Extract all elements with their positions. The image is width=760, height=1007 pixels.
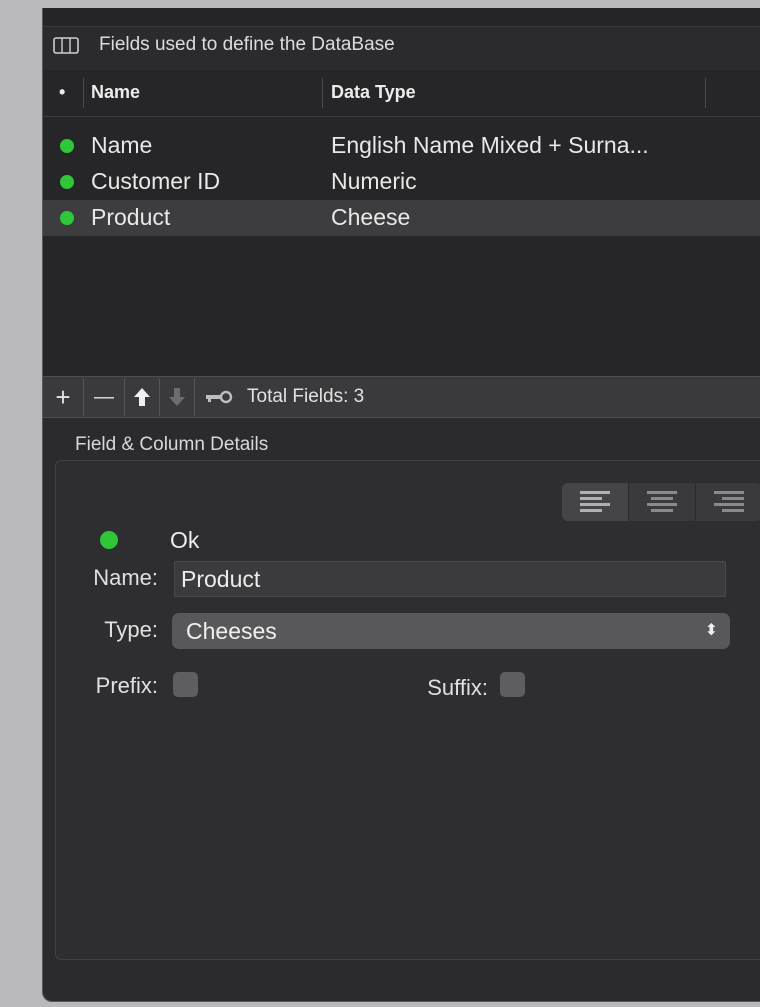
status-dot-icon <box>60 139 74 153</box>
fields-toolbar: + — Total Fields: 3 <box>43 376 760 418</box>
fields-table: • Name Data Type Name English Name Mixed… <box>43 70 760 376</box>
field-type-cell: Cheese <box>331 204 411 230</box>
field-type-cell: English Name Mixed + Surna... <box>331 132 649 158</box>
column-divider[interactable] <box>83 78 84 108</box>
table-row[interactable]: Customer ID Numeric <box>43 164 760 200</box>
status-ok-icon <box>100 531 118 549</box>
name-label: Name: <box>93 565 158 590</box>
suffix-label: Suffix: <box>427 675 488 700</box>
minus-icon: — <box>94 385 114 408</box>
arrow-up-icon <box>134 388 150 406</box>
field-name-cell: Customer ID <box>91 168 221 194</box>
column-divider[interactable] <box>705 78 706 108</box>
alignment-segmented-control <box>562 483 760 521</box>
field-type-cell: Numeric <box>331 168 417 194</box>
column-header-name[interactable]: Name <box>91 82 140 103</box>
align-left-button[interactable] <box>562 483 629 521</box>
field-name-cell: Product <box>91 204 171 230</box>
field-details-panel: Ok Name: Product Type: Cheeses ⬍ Prefix:… <box>55 460 760 960</box>
align-right-button[interactable] <box>696 483 760 521</box>
status-dot-icon <box>60 175 74 189</box>
prefix-label: Prefix: <box>95 673 158 698</box>
table-header: • Name Data Type <box>43 70 760 117</box>
type-select-value: Cheeses <box>186 618 277 644</box>
panel-header: Fields used to define the DataBase <box>43 27 760 63</box>
table-row[interactable]: Name English Name Mixed + Surna... <box>43 128 760 164</box>
type-label: Type: <box>104 617 158 642</box>
suffix-checkbox[interactable] <box>500 672 525 697</box>
prefix-checkbox[interactable] <box>173 672 198 697</box>
move-up-button[interactable] <box>125 378 160 416</box>
column-header-status[interactable]: • <box>59 82 65 103</box>
table-row-selected[interactable]: Product Cheese <box>43 200 760 236</box>
remove-field-button[interactable]: — <box>84 378 125 416</box>
top-strip <box>43 8 760 27</box>
details-section-title: Field & Column Details <box>75 434 269 455</box>
up-down-chevron-icon: ⬍ <box>704 622 718 639</box>
plus-icon: + <box>55 381 71 412</box>
move-down-button[interactable] <box>160 378 195 416</box>
column-header-data-type[interactable]: Data Type <box>331 82 416 103</box>
columns-icon[interactable] <box>53 36 79 54</box>
add-field-button[interactable]: + <box>43 378 84 416</box>
type-select[interactable]: Cheeses ⬍ <box>172 613 730 649</box>
key-icon[interactable] <box>205 390 233 404</box>
panel-title: Fields used to define the DataBase <box>99 34 395 55</box>
arrow-down-icon <box>169 388 185 406</box>
database-fields-window: Fields used to define the DataBase • Nam… <box>42 8 760 1002</box>
column-divider[interactable] <box>322 78 323 108</box>
align-center-button[interactable] <box>629 483 696 521</box>
status-text: Ok <box>170 527 200 553</box>
total-fields-count: Total Fields: 3 <box>247 386 365 407</box>
name-input[interactable]: Product <box>174 561 726 597</box>
status-dot-icon <box>60 211 74 225</box>
field-name-cell: Name <box>91 132 153 158</box>
